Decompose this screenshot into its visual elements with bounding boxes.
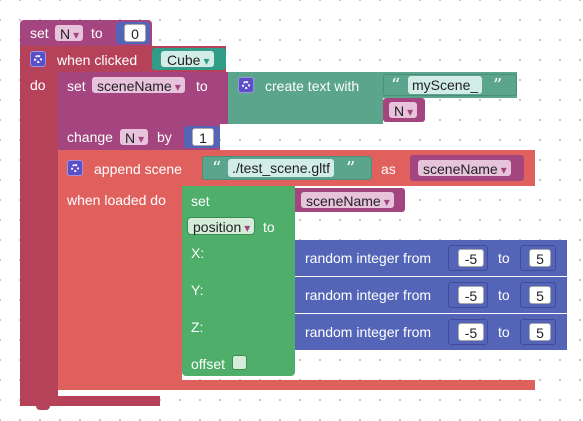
random-x-label: random integer from	[305, 250, 432, 266]
random-z-label: random integer from	[305, 324, 432, 340]
set-scene-name-var-dropdown[interactable]: sceneName	[91, 76, 186, 94]
append-scene-bottom-bar	[58, 380, 535, 390]
object-dropdown[interactable]: Cube	[160, 50, 215, 68]
text-literal-field[interactable]: myScene_	[408, 76, 483, 94]
file-open-quote-icon: “	[212, 158, 222, 179]
close-quote-icon: ”	[493, 75, 503, 96]
set-scene-name-set-label: set	[67, 78, 86, 94]
append-scene-label: append scene	[94, 161, 182, 177]
append-scene-gear-icon[interactable]	[67, 160, 83, 176]
random-y-to-label: to	[498, 287, 510, 303]
random-z-from-field[interactable]: -5	[458, 323, 484, 341]
set-n-var-dropdown[interactable]: N	[54, 24, 85, 42]
create-text-n-var-dropdown[interactable]: N	[388, 101, 419, 119]
set-position-block[interactable]	[182, 186, 295, 376]
when-clicked-shadow-tab	[36, 406, 50, 410]
do-label: do	[30, 77, 46, 93]
random-x-to-label: to	[498, 250, 510, 266]
set-position-var-dropdown[interactable]: sceneName	[300, 191, 395, 209]
position-property-dropdown[interactable]: position	[187, 217, 256, 235]
offset-checkbox[interactable]	[232, 355, 247, 370]
random-y-to-field[interactable]: 5	[529, 286, 551, 304]
create-text-label: create text with	[265, 78, 360, 94]
change-var-dropdown[interactable]: N	[119, 128, 150, 146]
append-scene-var-dropdown[interactable]: sceneName	[417, 159, 512, 177]
append-scene-do-column	[58, 186, 182, 380]
scene-file-field[interactable]: ./test_scene.gltf	[228, 159, 335, 177]
set-n-to-label: to	[91, 25, 103, 41]
open-quote-icon: “	[391, 75, 401, 96]
set-position-set-label: set	[191, 193, 210, 209]
set-scene-name-to-label: to	[196, 78, 208, 94]
file-close-quote-icon: ”	[346, 158, 356, 179]
create-text-gear-icon[interactable]	[238, 77, 254, 93]
when-clicked-do-column	[20, 72, 58, 396]
change-value-field[interactable]: 1	[192, 128, 214, 146]
random-y-label: random integer from	[305, 287, 432, 303]
change-label: change	[67, 129, 113, 145]
set-n-set-label: set	[30, 25, 49, 41]
change-by-label: by	[157, 129, 172, 145]
set-n-value-field[interactable]: 0	[124, 24, 146, 42]
x-label: X:	[191, 245, 205, 261]
when-clicked-gear-icon[interactable]	[30, 51, 46, 67]
set-position-to-label: to	[263, 219, 275, 235]
random-z-to-field[interactable]: 5	[529, 323, 551, 341]
when-clicked-bottom-bar	[20, 396, 160, 406]
random-z-to-label: to	[498, 324, 510, 340]
y-label: Y:	[191, 282, 204, 298]
random-x-from-field[interactable]: -5	[458, 249, 484, 267]
offset-label: offset	[191, 356, 225, 372]
when-loaded-label: when loaded do	[67, 192, 166, 208]
when-clicked-label: when clicked	[57, 52, 138, 68]
append-scene-as-label: as	[381, 161, 396, 177]
z-label: Z:	[191, 319, 204, 335]
random-x-to-field[interactable]: 5	[529, 249, 551, 267]
random-y-from-field[interactable]: -5	[458, 286, 484, 304]
